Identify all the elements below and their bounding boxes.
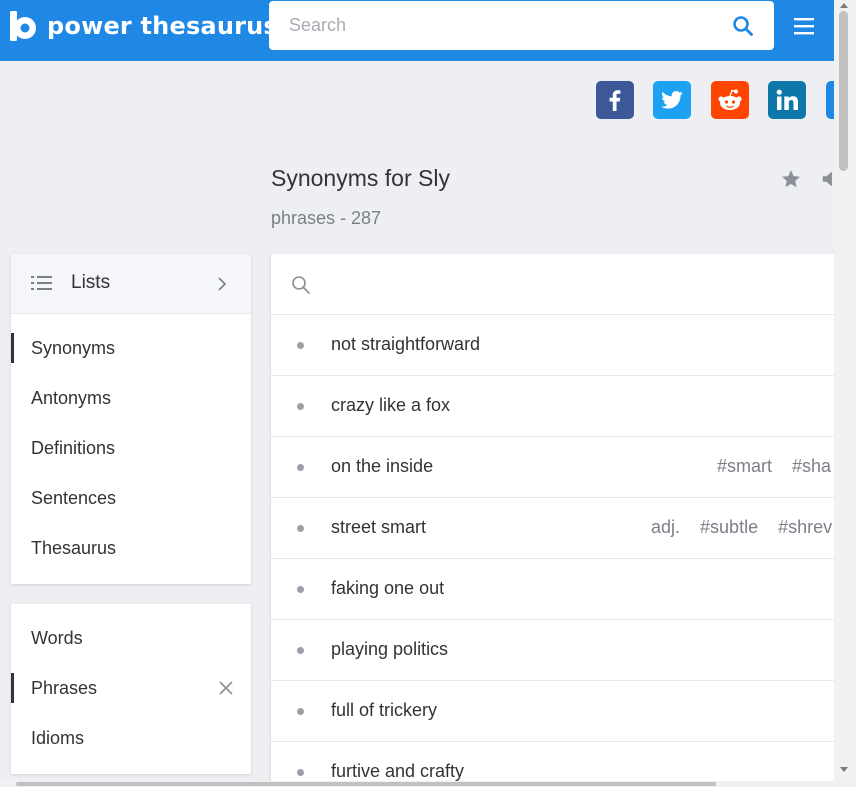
scroll-up-icon[interactable] bbox=[840, 3, 848, 8]
tag[interactable]: #subtle bbox=[700, 517, 758, 537]
lists-panel: Lists Synonyms Antonyms Definitions Sent… bbox=[11, 254, 251, 584]
search-input[interactable] bbox=[269, 1, 709, 50]
search-icon[interactable] bbox=[732, 15, 754, 37]
search-icon bbox=[292, 276, 310, 294]
nav-item-antonyms[interactable]: Antonyms bbox=[11, 373, 251, 423]
nav-item-thesaurus[interactable]: Thesaurus bbox=[11, 523, 251, 573]
horizontal-scrollbar[interactable] bbox=[0, 781, 834, 787]
linkedin-share-button[interactable] bbox=[768, 81, 806, 119]
nav-item-synonyms[interactable]: Synonyms bbox=[11, 323, 251, 373]
type-item-phrases[interactable]: Phrases bbox=[11, 663, 251, 713]
bullet-icon bbox=[297, 586, 304, 593]
reddit-icon bbox=[718, 89, 742, 110]
bullet-icon bbox=[297, 647, 304, 654]
result-row[interactable]: playing politics bbox=[271, 620, 841, 681]
nav-item-sentences[interactable]: Sentences bbox=[11, 473, 251, 523]
result-row[interactable]: full of trickery bbox=[271, 681, 841, 742]
result-term[interactable]: crazy like a fox bbox=[331, 395, 450, 416]
star-icon[interactable] bbox=[780, 168, 802, 190]
tag[interactable]: #sha bbox=[792, 456, 831, 476]
result-row[interactable]: faking one out bbox=[271, 559, 841, 620]
result-term[interactable]: full of trickery bbox=[331, 700, 437, 721]
result-row[interactable]: not straightforward bbox=[271, 315, 841, 376]
linkedin-icon bbox=[776, 89, 798, 110]
tag[interactable]: #smart bbox=[717, 456, 772, 476]
filter-row bbox=[271, 254, 841, 315]
result-term[interactable]: furtive and crafty bbox=[331, 761, 464, 782]
lists-label: Lists bbox=[71, 272, 111, 293]
result-term[interactable]: faking one out bbox=[331, 578, 444, 599]
logo[interactable]: power thesaurus bbox=[10, 11, 278, 41]
twitter-icon bbox=[661, 91, 683, 109]
logo-icon bbox=[10, 11, 36, 41]
result-row[interactable]: on the inside #smart #sha bbox=[271, 437, 841, 498]
tag[interactable]: #shrev bbox=[778, 517, 832, 537]
scrollbar-thumb[interactable] bbox=[839, 11, 848, 171]
types-panel: Words Phrases Idioms bbox=[11, 604, 251, 774]
result-tags: #smart #sha bbox=[717, 456, 841, 477]
result-term[interactable]: playing politics bbox=[331, 639, 448, 660]
chevron-right-icon bbox=[218, 277, 227, 291]
logo-text: power thesaurus bbox=[47, 12, 278, 40]
page-subtitle: phrases - 287 bbox=[271, 208, 382, 228]
twitter-share-button[interactable] bbox=[653, 81, 691, 119]
result-row[interactable]: crazy like a fox bbox=[271, 376, 841, 437]
result-term[interactable]: on the inside bbox=[331, 456, 433, 477]
bullet-icon bbox=[297, 464, 304, 471]
lists-header[interactable]: Lists bbox=[11, 254, 251, 314]
facebook-share-button[interactable] bbox=[596, 81, 634, 119]
more-share-button[interactable] bbox=[826, 81, 834, 119]
bullet-icon bbox=[297, 342, 304, 349]
page-title: Synonyms for Sly bbox=[271, 165, 450, 191]
type-item-idioms[interactable]: Idioms bbox=[11, 713, 251, 763]
reddit-share-button[interactable] bbox=[711, 81, 749, 119]
nav-item-definitions[interactable]: Definitions bbox=[11, 423, 251, 473]
result-term[interactable]: not straightforward bbox=[331, 334, 480, 355]
vertical-scrollbar[interactable] bbox=[834, 0, 856, 787]
top-bar: power thesaurus bbox=[0, 0, 834, 61]
results-panel: not straightforward crazy like a fox on … bbox=[271, 254, 841, 787]
bullet-icon bbox=[297, 708, 304, 715]
search-box bbox=[269, 1, 774, 50]
part-of-speech: adj. bbox=[651, 517, 681, 537]
scrollbar-thumb[interactable] bbox=[16, 782, 716, 786]
filter-input[interactable] bbox=[321, 264, 821, 304]
bullet-icon bbox=[297, 403, 304, 410]
facebook-icon bbox=[609, 90, 621, 111]
result-tags: adj. #subtle #shrev bbox=[651, 517, 841, 538]
result-term[interactable]: street smart bbox=[331, 517, 426, 538]
hamburger-menu-icon[interactable] bbox=[794, 17, 814, 35]
scroll-down-icon[interactable] bbox=[840, 767, 848, 772]
list-icon bbox=[31, 276, 52, 290]
type-item-words[interactable]: Words bbox=[11, 613, 251, 663]
bullet-icon bbox=[297, 525, 304, 532]
close-icon[interactable] bbox=[219, 681, 233, 695]
type-item-phrases-label: Phrases bbox=[31, 678, 98, 698]
result-row[interactable]: street smart adj. #subtle #shrev bbox=[271, 498, 841, 559]
bullet-icon bbox=[297, 769, 304, 776]
